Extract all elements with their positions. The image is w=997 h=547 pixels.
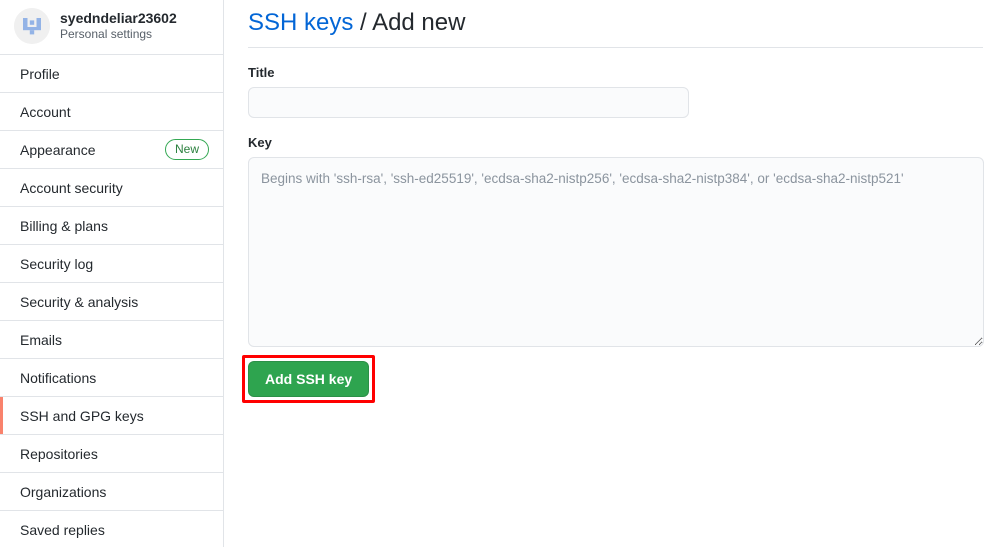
sidebar-item-label: Notifications xyxy=(20,369,97,386)
account-username: syedndeliar23602 xyxy=(60,9,177,26)
account-text: syedndeliar23602 Personal settings xyxy=(60,10,177,43)
key-textarea[interactable] xyxy=(248,157,984,347)
settings-nav: Profile Account Appearance New Account secur… xyxy=(0,55,223,547)
sidebar-item-notifications[interactable]: Notifications xyxy=(0,359,223,397)
sidebar-item-billing-plans[interactable]: Billing & plans xyxy=(0,207,223,245)
title-input[interactable] xyxy=(248,87,689,118)
sidebar-item-label: Profile xyxy=(20,65,60,82)
avatar xyxy=(14,8,50,44)
sidebar-item-label: Account xyxy=(20,103,71,120)
breadcrumb-separator: / xyxy=(360,9,367,36)
sidebar-item-label: Appearance xyxy=(20,141,96,158)
sidebar-item-label: Repositories xyxy=(20,445,98,462)
account-subtitle: Personal settings xyxy=(60,27,153,42)
sidebar-item-label: SSH and GPG keys xyxy=(20,407,144,424)
key-label: Key xyxy=(248,135,272,150)
account-switcher[interactable]: syedndeliar23602 Personal settings xyxy=(0,0,223,55)
key-form-group: Key xyxy=(248,135,984,347)
submit-button-wrapper: Add SSH key xyxy=(242,355,376,403)
breadcrumb-current: Add new xyxy=(372,9,466,36)
sidebar-item-appearance[interactable]: Appearance New xyxy=(0,131,223,169)
title-label: Title xyxy=(248,65,275,80)
add-ssh-key-button[interactable]: Add SSH key xyxy=(248,361,370,397)
sidebar-item-label: Emails xyxy=(20,331,63,348)
sidebar-item-emails[interactable]: Emails xyxy=(0,321,223,359)
sidebar-item-account-security[interactable]: Account security xyxy=(0,169,223,207)
sidebar-item-label: Account security xyxy=(20,179,123,196)
sidebar-item-badge: New xyxy=(164,139,209,160)
sidebar-item-label: Saved replies xyxy=(20,521,105,538)
sidebar-item-saved-replies[interactable]: Saved replies xyxy=(0,511,223,547)
settings-page: syedndeliar23602 Personal settings Profi… xyxy=(0,0,997,547)
breadcrumb-ssh-keys-link[interactable]: SSH keys xyxy=(248,9,353,36)
sidebar-item-security-analysis[interactable]: Security & analysis xyxy=(0,283,223,321)
page-title: SSH keys / Add new xyxy=(248,8,983,38)
sidebar-item-organizations[interactable]: Organizations xyxy=(0,473,223,511)
sidebar-item-ssh-and-gpg-keys[interactable]: SSH and GPG keys xyxy=(0,397,223,435)
title-form-group: Title xyxy=(248,65,983,118)
sidebar-item-label: Organizations xyxy=(20,483,107,500)
sidebar-item-label: Billing & plans xyxy=(20,217,108,234)
sidebar-item-security-log[interactable]: Security log xyxy=(0,245,223,283)
settings-sidebar: syedndeliar23602 Personal settings Profi… xyxy=(0,0,224,547)
sidebar-item-repositories[interactable]: Repositories xyxy=(0,435,223,473)
page-header: SSH keys / Add new xyxy=(248,8,983,48)
sidebar-item-profile[interactable]: Profile xyxy=(0,55,223,93)
main-content: SSH keys / Add new Title Key Add SSH key xyxy=(224,0,997,547)
sidebar-item-label: Security & analysis xyxy=(20,293,139,310)
sidebar-item-account[interactable]: Account xyxy=(0,93,223,131)
sidebar-item-label: Security log xyxy=(20,255,94,272)
